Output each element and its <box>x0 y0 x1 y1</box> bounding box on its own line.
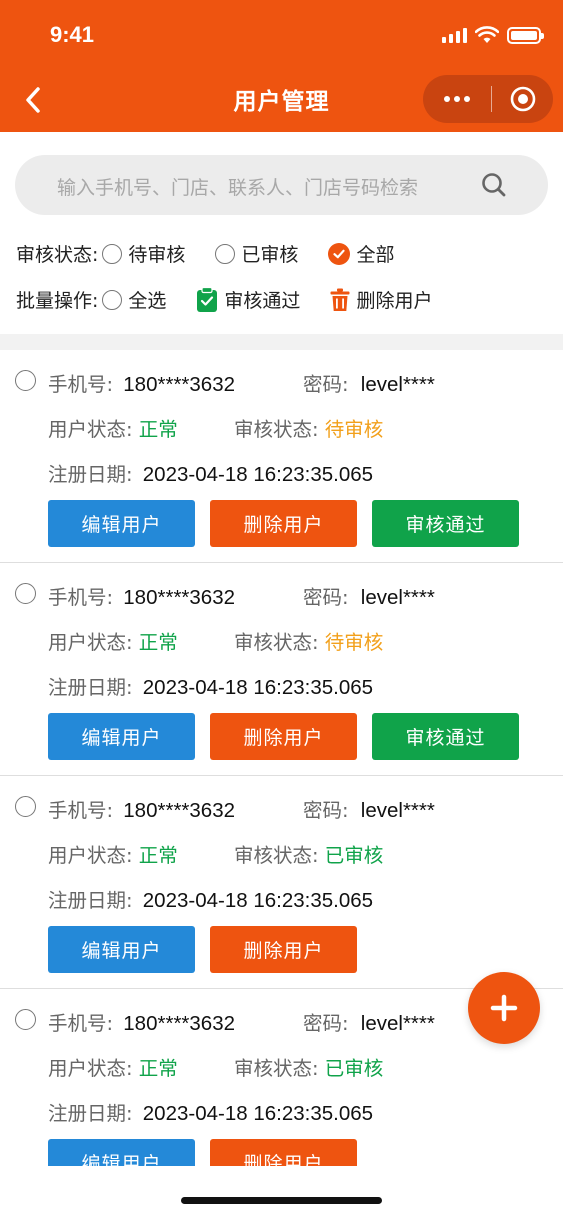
filter-option-approved[interactable]: 已审核 <box>215 240 298 267</box>
user-card: 手机号: 180****3632 密码: level**** 用户状态: 正常 … <box>0 776 563 989</box>
reg-date-line: 注册日期: 2023-04-18 16:23:35.065 <box>48 1102 374 1125</box>
edit-user-button[interactable]: 编辑用户 <box>48 1139 195 1166</box>
edit-user-button[interactable]: 编辑用户 <box>48 713 195 760</box>
select-user-checkbox[interactable] <box>15 583 36 604</box>
user-status-value: 正常 <box>138 1057 178 1080</box>
reg-date-value: 2023-04-18 16:23:35.065 <box>142 463 374 486</box>
plus-icon <box>490 994 518 1022</box>
trash-icon <box>330 288 350 311</box>
edit-user-button[interactable]: 编辑用户 <box>48 500 195 547</box>
reg-date-line: 注册日期: 2023-04-18 16:23:35.065 <box>48 463 374 486</box>
user-status-line: 用户状态: 正常 <box>48 631 178 654</box>
approve-user-button[interactable]: 审核通过 <box>372 713 519 760</box>
reg-date-value: 2023-04-18 16:23:35.065 <box>142 676 374 699</box>
select-user-checkbox[interactable] <box>15 1009 36 1030</box>
audit-filter-row: 审核状态: 待审核 已审核 全部 <box>16 240 422 267</box>
phone-line: 手机号: 180****3632 <box>48 1012 236 1035</box>
user-status-value: 正常 <box>138 631 178 654</box>
phone-line: 手机号: 180****3632 <box>48 799 236 822</box>
reg-date-value: 2023-04-18 16:23:35.065 <box>142 1102 374 1125</box>
password-value: level**** <box>360 586 435 609</box>
audit-filter-label: 审核状态: <box>16 244 99 266</box>
batch-delete-button[interactable]: 删除用户 <box>330 286 432 313</box>
wifi-icon <box>475 26 499 43</box>
reg-date-value: 2023-04-18 16:23:35.065 <box>142 889 374 912</box>
password-line: 密码: level**** <box>303 1012 435 1035</box>
close-mini-program-button[interactable] <box>492 75 553 123</box>
user-status-line: 用户状态: 正常 <box>48 418 178 441</box>
select-user-checkbox[interactable] <box>15 370 36 391</box>
user-card: 手机号: 180****3632 密码: level**** 用户状态: 正常 … <box>0 563 563 776</box>
select-all-toggle[interactable]: 全选 <box>102 286 166 313</box>
section-divider <box>0 334 563 350</box>
clipboard-check-icon <box>197 286 218 312</box>
radio-icon <box>215 243 236 264</box>
user-list: 手机号: 180****3632 密码: level**** 用户状态: 正常 … <box>0 350 563 1166</box>
audit-status-line: 审核状态: 待审核 <box>234 418 384 441</box>
phone-line: 手机号: 180****3632 <box>48 373 236 396</box>
filter-option-pending[interactable]: 待审核 <box>102 240 185 267</box>
select-user-checkbox[interactable] <box>15 796 36 817</box>
search-bar[interactable]: 输入手机号、门店、联系人、门店号码检索 <box>15 155 548 215</box>
radio-icon <box>102 289 123 310</box>
edit-user-button[interactable]: 编辑用户 <box>48 926 195 973</box>
delete-user-button[interactable]: 删除用户 <box>210 1139 357 1166</box>
status-time: 9:41 <box>50 22 95 47</box>
battery-icon <box>507 26 544 44</box>
delete-user-button[interactable]: 删除用户 <box>210 500 357 547</box>
reg-date-line: 注册日期: 2023-04-18 16:23:35.065 <box>48 889 374 912</box>
status-icons <box>442 26 544 44</box>
audit-status-line: 审核状态: 已审核 <box>234 1057 384 1080</box>
reg-date-line: 注册日期: 2023-04-18 16:23:35.065 <box>48 676 374 699</box>
radio-checked-icon <box>328 242 351 265</box>
delete-user-button[interactable]: 删除用户 <box>210 926 357 973</box>
user-status-value: 正常 <box>138 418 178 441</box>
phone-value: 180****3632 <box>123 1012 236 1035</box>
audit-status-value: 待审核 <box>324 418 384 441</box>
password-value: level**** <box>360 373 435 396</box>
target-close-icon <box>510 86 535 112</box>
home-indicator <box>181 1197 382 1204</box>
phone-value: 180****3632 <box>123 799 236 822</box>
phone-line: 手机号: 180****3632 <box>48 586 236 609</box>
batch-actions-row: 批量操作: 全选 审核通过 删除用户 <box>16 286 460 313</box>
batch-approve-button[interactable]: 审核通过 <box>196 286 300 313</box>
audit-status-line: 审核状态: 已审核 <box>234 844 384 867</box>
filter-option-all[interactable]: 全部 <box>328 240 394 267</box>
password-line: 密码: level**** <box>303 586 435 609</box>
search-icon[interactable] <box>480 171 508 199</box>
audit-status-value: 待审核 <box>324 631 384 654</box>
phone-value: 180****3632 <box>123 586 236 609</box>
mini-program-capsule <box>423 75 553 123</box>
approve-user-button[interactable]: 审核通过 <box>372 500 519 547</box>
header: 9:41 用户管理 <box>0 0 563 132</box>
signal-icon <box>442 27 467 43</box>
radio-icon <box>102 243 123 264</box>
more-button[interactable] <box>423 75 491 123</box>
password-line: 密码: level**** <box>303 799 435 822</box>
delete-user-button[interactable]: 删除用户 <box>210 713 357 760</box>
search-input[interactable]: 输入手机号、门店、联系人、门店号码检索 <box>57 173 418 200</box>
add-user-button[interactable] <box>468 972 540 1044</box>
audit-status-value: 已审核 <box>324 1057 384 1080</box>
password-value: level**** <box>360 799 435 822</box>
audit-status-line: 审核状态: 待审核 <box>234 631 384 654</box>
phone-value: 180****3632 <box>123 373 236 396</box>
password-line: 密码: level**** <box>303 373 435 396</box>
user-status-line: 用户状态: 正常 <box>48 1057 178 1080</box>
audit-status-value: 已审核 <box>324 844 384 867</box>
user-card: 手机号: 180****3632 密码: level**** 用户状态: 正常 … <box>0 350 563 563</box>
batch-actions-label: 批量操作: <box>16 290 99 312</box>
more-dots-icon <box>444 96 470 102</box>
user-status-line: 用户状态: 正常 <box>48 844 178 867</box>
password-value: level**** <box>360 1012 435 1035</box>
user-status-value: 正常 <box>138 844 178 867</box>
